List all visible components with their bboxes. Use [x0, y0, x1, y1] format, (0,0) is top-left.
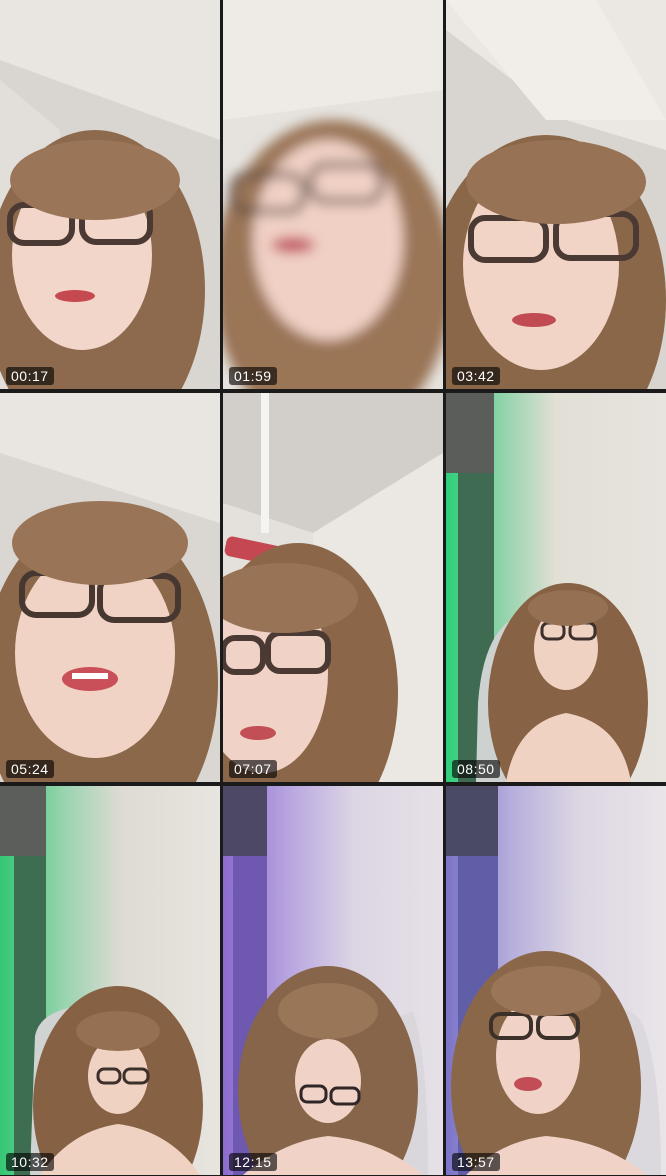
timestamp-badge: 01:59 [229, 367, 277, 385]
thumbnail-image [446, 786, 666, 1175]
video-thumbnail[interactable]: 00:17 [0, 0, 220, 389]
thumbnail-image [0, 0, 220, 389]
video-thumbnail[interactable]: 13:57 [446, 786, 666, 1175]
thumbnail-image [223, 786, 443, 1175]
timestamp-badge: 10:32 [6, 1153, 54, 1171]
timestamp-badge: 12:15 [229, 1153, 277, 1171]
thumbnail-image [446, 0, 666, 389]
video-thumbnail[interactable]: 10:32 [0, 786, 220, 1175]
video-thumbnail-grid: 00:17 01:59 03:42 05:24 07:07 08:50 10:3… [0, 0, 666, 1176]
video-thumbnail[interactable]: 07:07 [223, 393, 443, 782]
thumbnail-image [223, 0, 443, 389]
video-thumbnail[interactable]: 05:24 [0, 393, 220, 782]
thumbnail-image [446, 393, 666, 782]
video-thumbnail[interactable]: 03:42 [446, 0, 666, 389]
timestamp-badge: 03:42 [452, 367, 500, 385]
video-thumbnail[interactable]: 01:59 [223, 0, 443, 389]
video-thumbnail[interactable]: 08:50 [446, 393, 666, 782]
timestamp-badge: 07:07 [229, 760, 277, 778]
timestamp-badge: 05:24 [6, 760, 54, 778]
timestamp-badge: 00:17 [6, 367, 54, 385]
thumbnail-image [223, 393, 443, 782]
timestamp-badge: 13:57 [452, 1153, 500, 1171]
video-thumbnail[interactable]: 12:15 [223, 786, 443, 1175]
thumbnail-image [0, 786, 220, 1175]
thumbnail-image [0, 393, 220, 782]
timestamp-badge: 08:50 [452, 760, 500, 778]
